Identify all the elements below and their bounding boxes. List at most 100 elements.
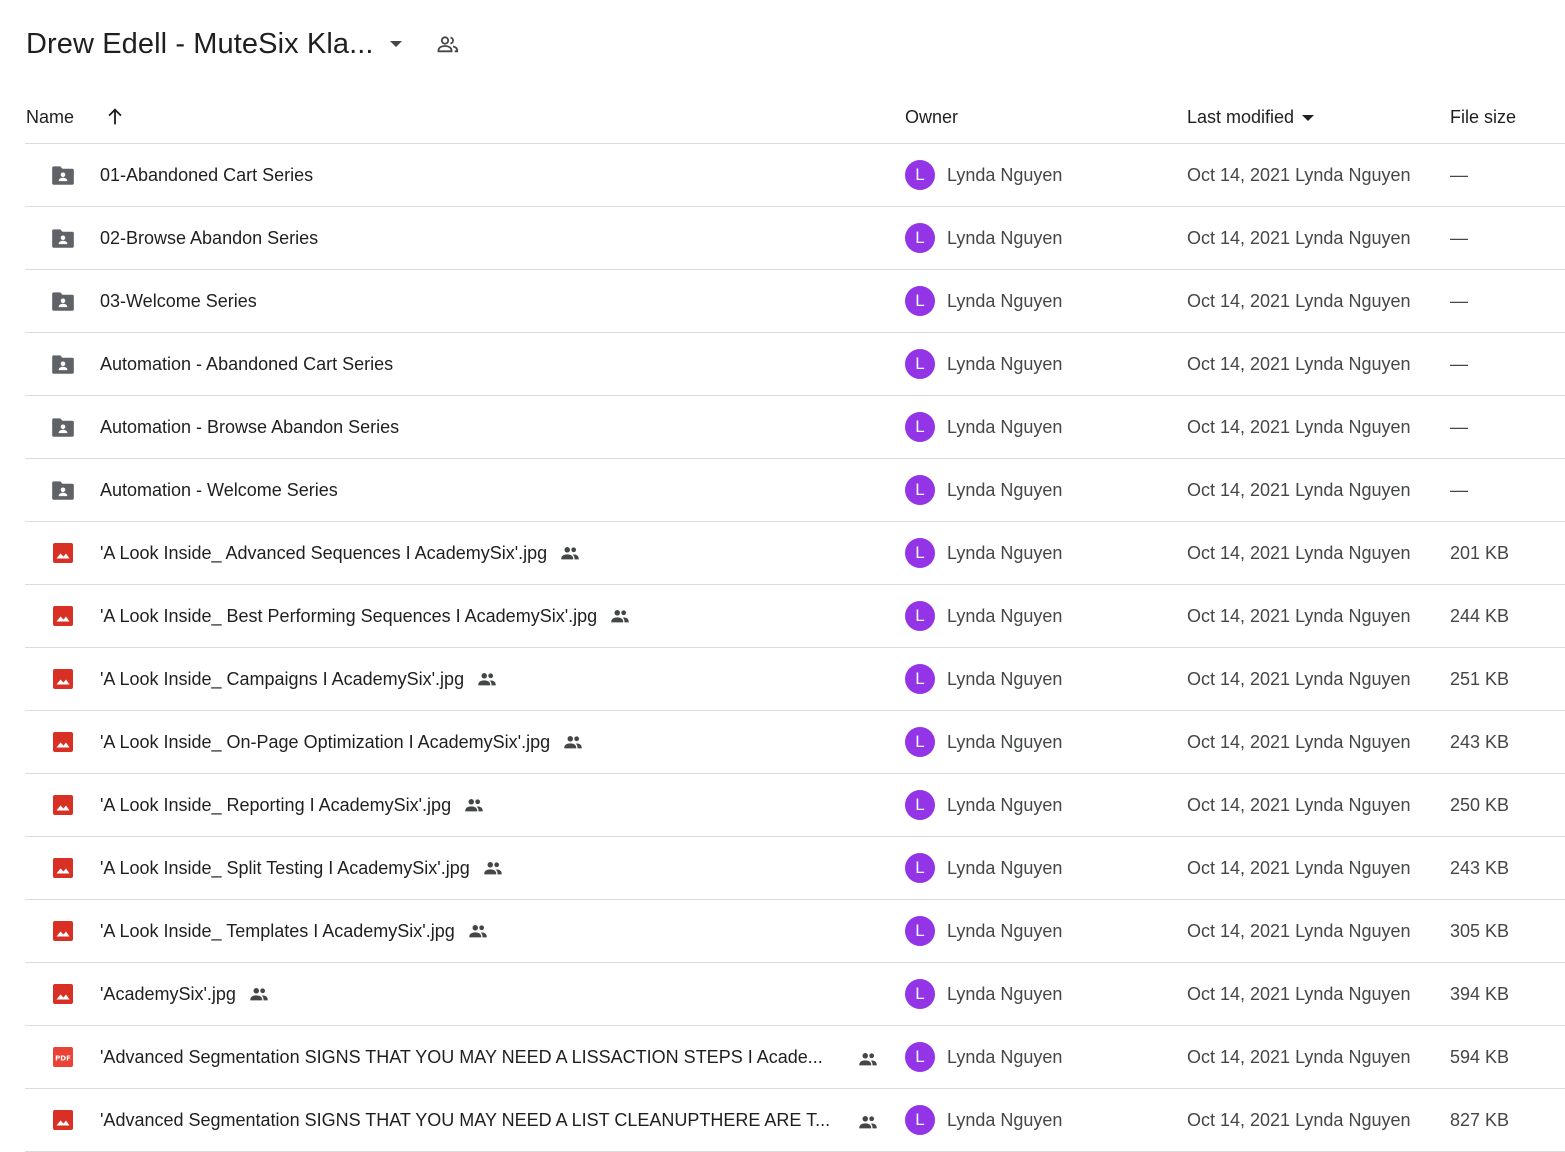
file-size: 251 KB <box>1450 668 1510 689</box>
file-row[interactable]: 'Advanced Segmentation SIGNS THAT YOU MA… <box>25 1089 1565 1152</box>
file-name: 03-Welcome Series <box>100 270 257 332</box>
last-modified: Oct 14, 2021 Lynda Nguyen <box>1187 1046 1411 1067</box>
last-modified: Oct 14, 2021 Lynda Nguyen <box>1187 605 1411 626</box>
avatar[interactable]: L <box>905 412 935 442</box>
last-modified: Oct 14, 2021 Lynda Nguyen <box>1187 668 1411 689</box>
owner-name: Lynda Nguyen <box>947 227 1063 248</box>
file-size: 201 KB <box>1450 542 1510 563</box>
file-name-text: 'A Look Inside_ On-Page Optimization I A… <box>100 731 551 752</box>
owner-name: Lynda Nguyen <box>947 605 1063 626</box>
file-row[interactable]: Automation - Welcome Series L Lynda Nguyen… <box>25 459 1565 522</box>
file-row[interactable]: 'A Look Inside_ Split Testing I AcademyS… <box>25 837 1565 900</box>
people-outline-icon[interactable] <box>436 32 460 56</box>
file-size: — <box>1450 164 1468 185</box>
avatar[interactable]: L <box>905 853 935 883</box>
pdf-file-icon: PDF <box>50 1044 76 1070</box>
avatar[interactable]: L <box>905 790 935 820</box>
file-name-text: 01-Abandoned Cart Series <box>100 164 314 185</box>
file-row[interactable]: PDF 'Advanced Segmentation SIGNS THAT YOU… <box>25 1026 1565 1089</box>
file-owner: L Lynda Nguyen <box>905 207 1062 269</box>
avatar[interactable]: L <box>905 601 935 631</box>
file-name: 'A Look Inside_ Advanced Sequences I Aca… <box>100 522 581 584</box>
shared-folder-icon <box>50 288 76 314</box>
caret-down-icon[interactable] <box>389 41 402 47</box>
shared-folder-icon <box>50 477 76 503</box>
file-name-text: Automation - Welcome Series <box>100 479 338 500</box>
avatar[interactable]: L <box>905 916 935 946</box>
avatar[interactable]: L <box>905 1105 935 1135</box>
file-size: — <box>1450 353 1468 374</box>
image-file-icon <box>50 729 76 755</box>
file-row[interactable]: 'AcademySix'.jpg L Lynda Nguyen Oct 14, 202… <box>25 963 1565 1026</box>
file-row[interactable]: Automation - Browse Abandon Series L Lynda… <box>25 396 1565 459</box>
shared-folder-icon <box>50 162 76 188</box>
arrow-up-icon[interactable] <box>104 100 126 134</box>
file-name-text: 'A Look Inside_ Templates I AcademySix'.… <box>100 920 455 941</box>
file-owner: L Lynda Nguyen <box>905 396 1062 458</box>
avatar[interactable]: L <box>905 286 935 316</box>
file-row[interactable]: 01-Abandoned Cart Series L Lynda Nguyen Oct… <box>25 144 1565 207</box>
shared-people-icon <box>562 731 584 753</box>
column-header-name[interactable]: Name <box>26 100 74 134</box>
shared-people-icon <box>857 1111 879 1138</box>
file-size: — <box>1450 479 1468 500</box>
file-name-text: 'A Look Inside_ Split Testing I AcademyS… <box>100 857 470 878</box>
file-name: Automation - Browse Abandon Series <box>100 396 399 458</box>
file-name-text: Automation - Browse Abandon Series <box>100 416 400 437</box>
shared-folder-icon <box>50 414 76 440</box>
avatar[interactable]: L <box>905 160 935 190</box>
file-owner: L Lynda Nguyen <box>905 459 1062 521</box>
avatar[interactable]: L <box>905 727 935 757</box>
avatar[interactable]: L <box>905 349 935 379</box>
owner-name: Lynda Nguyen <box>947 542 1063 563</box>
file-row[interactable]: 'A Look Inside_ Reporting I AcademySix'.… <box>25 774 1565 837</box>
file-row[interactable]: 'A Look Inside_ Advanced Sequences I Aca… <box>25 522 1565 585</box>
file-name-text: 'A Look Inside_ Advanced Sequences I Aca… <box>100 542 548 563</box>
owner-name: Lynda Nguyen <box>947 857 1063 878</box>
avatar[interactable]: L <box>905 538 935 568</box>
image-file-icon <box>50 603 76 629</box>
last-modified: Oct 14, 2021 Lynda Nguyen <box>1187 542 1411 563</box>
file-size: 250 KB <box>1450 794 1510 815</box>
owner-name: Lynda Nguyen <box>947 353 1063 374</box>
owner-name: Lynda Nguyen <box>947 164 1063 185</box>
avatar[interactable]: L <box>905 664 935 694</box>
avatar[interactable]: L <box>905 223 935 253</box>
avatar[interactable]: L <box>905 979 935 1009</box>
file-row[interactable]: 03-Welcome Series L Lynda Nguyen Oct 14, 20… <box>25 270 1565 333</box>
column-header-last-modified[interactable]: Last modified <box>1187 100 1315 134</box>
file-name-text: 'A Look Inside_ Reporting I AcademySix'.… <box>100 794 452 815</box>
file-row[interactable]: 'A Look Inside_ Best Performing Sequence… <box>25 585 1565 648</box>
file-row[interactable]: 'A Look Inside_ Templates I AcademySix'.… <box>25 900 1565 963</box>
folder-header: Drew Edell - MuteSix Kla... <box>26 22 460 66</box>
file-owner: L Lynda Nguyen <box>905 333 1062 395</box>
file-size: 394 KB <box>1450 983 1510 1004</box>
avatar[interactable]: L <box>905 475 935 505</box>
file-row[interactable]: Automation - Abandoned Cart Series L Lynda… <box>25 333 1565 396</box>
file-name-text: 'A Look Inside_ Best Performing Sequence… <box>100 605 598 626</box>
file-row[interactable]: 'A Look Inside_ On-Page Optimization I A… <box>25 711 1565 774</box>
column-header-file-size[interactable]: File size <box>1450 100 1516 134</box>
shared-people-icon <box>248 983 270 1005</box>
file-name-text: Automation - Abandoned Cart Series <box>100 353 394 374</box>
file-name: 'AcademySix'.jpg <box>100 963 270 1025</box>
file-owner: L Lynda Nguyen <box>905 711 1062 773</box>
shared-people-icon <box>609 605 631 627</box>
column-header-owner[interactable]: Owner <box>905 100 958 134</box>
file-row[interactable]: 02-Browse Abandon Series L Lynda Nguyen Oct… <box>25 207 1565 270</box>
last-modified: Oct 14, 2021 Lynda Nguyen <box>1187 164 1411 185</box>
file-owner: L Lynda Nguyen <box>905 1026 1062 1088</box>
file-owner: L Lynda Nguyen <box>905 963 1062 1025</box>
file-row[interactable]: 'A Look Inside_ Campaigns I AcademySix'.… <box>25 648 1565 711</box>
folder-title[interactable]: Drew Edell - MuteSix Kla... <box>26 28 374 61</box>
owner-name: Lynda Nguyen <box>947 794 1063 815</box>
file-name-text: 'Advanced Segmentation SIGNS THAT YOU MA… <box>100 1046 823 1067</box>
avatar[interactable]: L <box>905 1042 935 1072</box>
shared-people-icon <box>463 794 485 816</box>
file-size: — <box>1450 416 1468 437</box>
file-size: 243 KB <box>1450 731 1510 752</box>
file-name-text: 'A Look Inside_ Campaigns I AcademySix'.… <box>100 668 465 689</box>
image-file-icon <box>50 918 76 944</box>
file-name: 'A Look Inside_ Split Testing I AcademyS… <box>100 837 504 899</box>
shared-people-icon <box>857 1048 879 1075</box>
